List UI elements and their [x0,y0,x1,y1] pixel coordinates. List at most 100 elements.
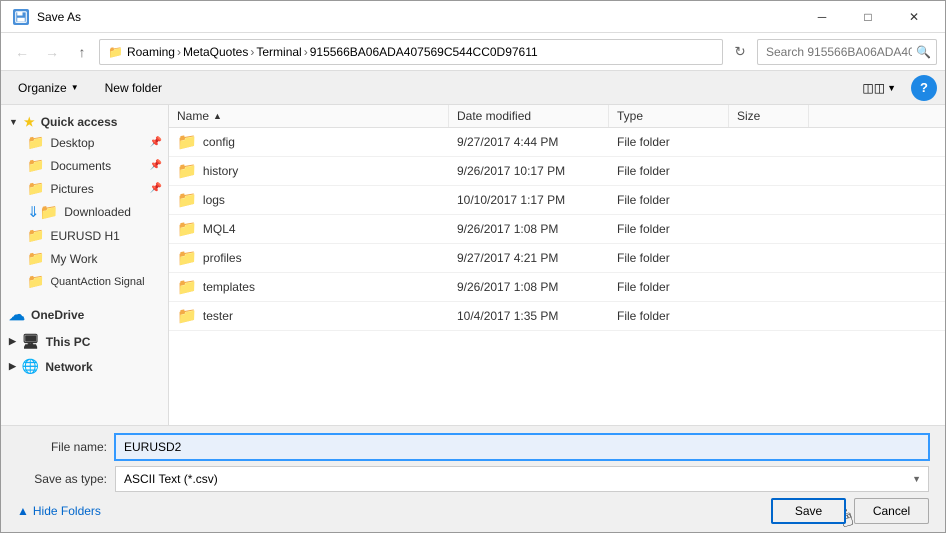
thispc-header[interactable]: ▶ 🖥 This PC [1,327,168,352]
table-row[interactable]: 📁 tester 10/4/2017 1:35 PM File folder [169,302,945,331]
minimize-button[interactable]: ─ [799,1,845,33]
file-date-cell: 9/27/2017 4:21 PM [449,247,609,269]
table-row[interactable]: 📁 config 9/27/2017 4:44 PM File folder [169,128,945,157]
file-date-cell: 10/4/2017 1:35 PM [449,305,609,327]
sort-arrow: ▲ [213,111,222,121]
file-date-cell: 9/27/2017 4:44 PM [449,131,609,153]
folder-icon: 📁 [27,250,44,267]
file-rows-container: 📁 config 9/27/2017 4:44 PM File folder 📁… [169,128,945,331]
onedrive-label: OneDrive [31,308,84,322]
folder-icon: 📁 [177,248,197,268]
pin-icon: 📌 [150,183,162,194]
dialog-title: Save As [37,10,799,24]
filename-row: File name: [17,434,929,460]
file-date: 9/27/2017 4:44 PM [457,135,558,149]
forward-button[interactable]: → [39,39,65,65]
file-type-cell: File folder [609,305,729,327]
up-button[interactable]: ↑ [69,39,95,65]
sidebar-item-eurusd[interactable]: 📁 EURUSD H1 [1,224,168,247]
file-name-cell: 📁 logs [169,186,449,214]
file-date: 9/26/2017 1:08 PM [457,222,558,236]
folder-icon: 📁 [27,273,44,290]
network-icon: 🌐 [22,358,39,375]
file-type-cell: File folder [609,189,729,211]
main-content: ▼ ★ Quick access 📁 Desktop 📌 📁 Documents… [1,105,945,425]
file-size-cell [729,254,809,262]
file-date-cell: 10/10/2017 1:17 PM [449,189,609,211]
window-controls: ─ □ ✕ [799,1,937,33]
search-wrapper: 🔍 [757,39,937,65]
table-row[interactable]: 📁 history 9/26/2017 10:17 PM File folder [169,157,945,186]
file-name-cell: 📁 profiles [169,244,449,272]
sidebar-item-quantaction[interactable]: 📁 QuantAction Signal [1,270,168,293]
file-name: logs [203,193,225,207]
file-type: File folder [617,309,670,323]
cancel-button[interactable]: Cancel [854,498,929,524]
sidebar-item-desktop[interactable]: 📁 Desktop 📌 [1,131,168,154]
file-list: Name ▲ Date modified Type Size 📁 config [169,105,945,425]
download-folder-icon: ⇓📁 [27,203,58,221]
file-name: history [203,164,238,178]
filename-input[interactable] [115,434,929,460]
onedrive-icon: ☁ [9,305,25,325]
col-date-label: Date modified [457,109,531,123]
search-input[interactable] [757,39,937,65]
sidebar-item-downloaded[interactable]: ⇓📁 Downloaded [1,200,168,224]
button-row: ▲ Hide Folders Save 🖱 Cancel [17,498,929,524]
address-bar: ← → ↑ 📁 Roaming › MetaQuotes › Terminal … [1,33,945,71]
hide-folders-arrow: ▲ [17,504,29,518]
folder-icon: 📁 [177,219,197,239]
file-name-cell: 📁 templates [169,273,449,301]
network-label: Network [45,360,92,374]
address-path[interactable]: 📁 Roaming › MetaQuotes › Terminal › 9155… [99,39,723,65]
organize-button[interactable]: Organize ▼ [9,77,88,99]
file-size-cell [729,312,809,320]
table-row[interactable]: 📁 profiles 9/27/2017 4:21 PM File folder [169,244,945,273]
folder-icon: 📁 [177,306,197,326]
view-icon: ◫◫ [862,81,885,95]
refresh-button[interactable]: ↻ [727,39,753,65]
file-type: File folder [617,193,670,207]
save-button[interactable]: Save [771,498,846,524]
col-header-type[interactable]: Type [609,105,729,127]
table-row[interactable]: 📁 MQL4 9/26/2017 1:08 PM File folder [169,215,945,244]
file-type: File folder [617,164,670,178]
help-button[interactable]: ? [911,75,937,101]
file-size-cell [729,196,809,204]
back-button[interactable]: ← [9,39,35,65]
file-name-cell: 📁 tester [169,302,449,330]
table-row[interactable]: 📁 templates 9/26/2017 1:08 PM File folde… [169,273,945,302]
file-date-cell: 9/26/2017 1:08 PM [449,218,609,240]
onedrive-header[interactable]: ☁ OneDrive [1,299,168,327]
savetype-row: Save as type: ASCII Text (*.csv) [17,466,929,492]
file-list-header: Name ▲ Date modified Type Size [169,105,945,128]
file-type-cell: File folder [609,218,729,240]
sidebar-item-downloaded-label: Downloaded [64,205,131,219]
col-header-date[interactable]: Date modified [449,105,609,127]
file-name-cell: 📁 config [169,128,449,156]
sidebar-item-mywork[interactable]: 📁 My Work [1,247,168,270]
sidebar-item-documents[interactable]: 📁 Documents 📌 [1,154,168,177]
sidebar-item-pictures[interactable]: 📁 Pictures 📌 [1,177,168,200]
folder-icon: 📁 [27,227,44,244]
close-button[interactable]: ✕ [891,1,937,33]
maximize-button[interactable]: □ [845,1,891,33]
section-arrow: ▶ [9,361,16,372]
view-button[interactable]: ◫◫ ▼ [855,77,903,99]
table-row[interactable]: 📁 logs 10/10/2017 1:17 PM File folder [169,186,945,215]
sidebar-item-desktop-label: Desktop [50,136,94,150]
new-folder-button[interactable]: New folder [96,77,171,99]
file-type-cell: File folder [609,247,729,269]
dialog-icon [13,9,29,25]
sidebar-item-quantaction-label: QuantAction Signal [50,276,144,288]
file-size-cell [729,225,809,233]
sidebar-item-mywork-label: My Work [50,252,97,266]
hide-folders-link[interactable]: ▲ Hide Folders [17,504,763,518]
quick-access-header[interactable]: ▼ ★ Quick access [1,109,168,131]
col-header-name[interactable]: Name ▲ [169,105,449,127]
file-date: 10/10/2017 1:17 PM [457,193,565,207]
folder-icon: 📁 [177,161,197,181]
col-header-size[interactable]: Size [729,105,809,127]
network-header[interactable]: ▶ 🌐 Network [1,352,168,377]
savetype-select[interactable]: ASCII Text (*.csv) [115,466,929,492]
